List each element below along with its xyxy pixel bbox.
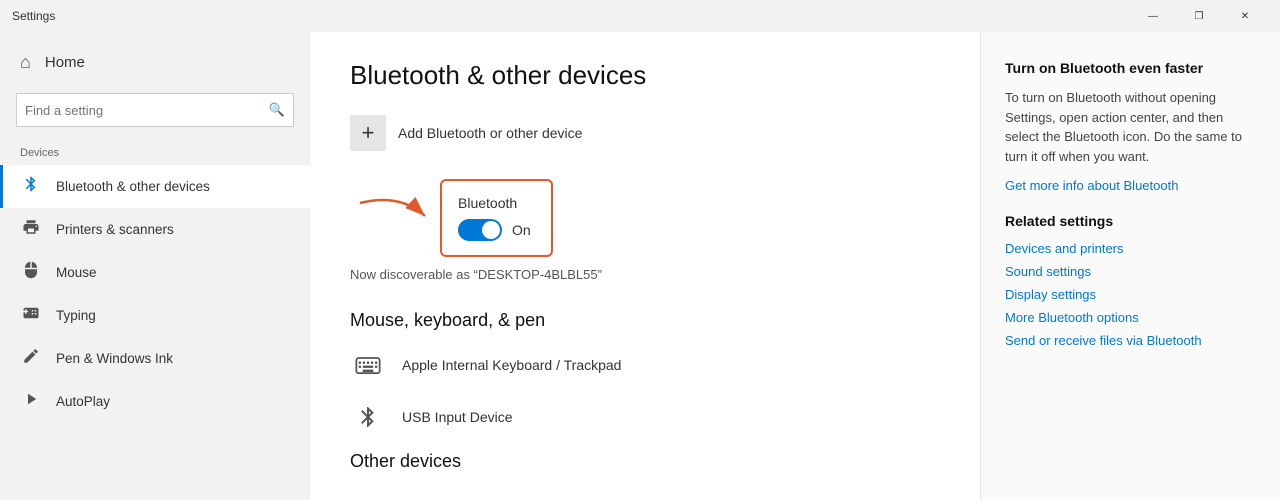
keyboard-device-name: Apple Internal Keyboard / Trackpad	[402, 357, 621, 373]
sidebar-item-bluetooth[interactable]: Bluetooth & other devices	[0, 165, 310, 208]
display-settings-link[interactable]: Display settings	[1005, 287, 1256, 302]
sidebar-item-printers[interactable]: Printers & scanners	[0, 208, 310, 251]
restore-button[interactable]: ❐	[1176, 0, 1222, 32]
arrow-graphic	[350, 188, 440, 248]
sound-settings-link[interactable]: Sound settings	[1005, 264, 1256, 279]
usb-device-item: USB Input Device	[350, 399, 940, 435]
home-label: Home	[45, 54, 85, 71]
send-files-link[interactable]: Send or receive files via Bluetooth	[1005, 333, 1256, 348]
titlebar: Settings — ❐ ✕	[0, 0, 1280, 32]
sidebar-typing-label: Typing	[56, 308, 96, 323]
add-device-plus-icon: +	[350, 115, 386, 151]
bluetooth-device-icon	[350, 399, 386, 435]
search-icon: 🔍	[269, 102, 285, 118]
toggle-knob	[482, 221, 500, 239]
discoverable-text: Now discoverable as “DESKTOP-4BLBL55”	[350, 267, 940, 282]
home-icon: ⌂	[20, 52, 31, 73]
related-settings-title: Related settings	[1005, 213, 1256, 229]
window-controls: — ❐ ✕	[1130, 0, 1268, 32]
autoplay-icon	[20, 390, 42, 413]
bluetooth-icon	[20, 175, 42, 198]
bluetooth-label: Bluetooth	[458, 195, 531, 211]
app-body: ⌂ Home 🔍 Devices Bluetooth & other devic…	[0, 32, 1280, 500]
right-panel: Turn on Bluetooth even faster To turn on…	[980, 32, 1280, 500]
minimize-button[interactable]: —	[1130, 0, 1176, 32]
search-input[interactable]	[25, 103, 269, 118]
add-device-label: Add Bluetooth or other device	[398, 125, 582, 141]
keyboard-device-item: Apple Internal Keyboard / Trackpad	[350, 347, 940, 383]
sidebar-home[interactable]: ⌂ Home	[0, 42, 310, 89]
sidebar: ⌂ Home 🔍 Devices Bluetooth & other devic…	[0, 32, 310, 500]
pen-icon	[20, 347, 42, 370]
sidebar-mouse-label: Mouse	[56, 265, 97, 280]
sidebar-printers-label: Printers & scanners	[56, 222, 174, 237]
sidebar-section-label: Devices	[0, 143, 310, 165]
bluetooth-toggle-box: Bluetooth On	[440, 179, 553, 257]
usb-device-name: USB Input Device	[402, 409, 513, 425]
sidebar-bluetooth-label: Bluetooth & other devices	[56, 179, 210, 194]
main-content: Bluetooth & other devices + Add Bluetoot…	[310, 32, 980, 500]
sidebar-item-pen[interactable]: Pen & Windows Ink	[0, 337, 310, 380]
toggle-row: On	[458, 219, 531, 241]
keyboard-device-icon	[350, 347, 386, 383]
add-device-button[interactable]: + Add Bluetooth or other device	[350, 115, 940, 151]
other-devices-heading: Other devices	[350, 451, 940, 472]
sidebar-autoplay-label: AutoPlay	[56, 394, 110, 409]
bluetooth-toggle[interactable]	[458, 219, 502, 241]
sidebar-item-mouse[interactable]: Mouse	[0, 251, 310, 294]
close-button[interactable]: ✕	[1222, 0, 1268, 32]
faster-body: To turn on Bluetooth without opening Set…	[1005, 88, 1256, 166]
mouse-section-heading: Mouse, keyboard, & pen	[350, 310, 940, 331]
sidebar-item-typing[interactable]: Typing	[0, 294, 310, 337]
sidebar-search-box[interactable]: 🔍	[16, 93, 294, 127]
toggle-on-label: On	[512, 222, 531, 238]
faster-title: Turn on Bluetooth even faster	[1005, 60, 1256, 76]
more-bluetooth-link[interactable]: More Bluetooth options	[1005, 310, 1256, 325]
devices-printers-link[interactable]: Devices and printers	[1005, 241, 1256, 256]
get-more-info-link[interactable]: Get more info about Bluetooth	[1005, 178, 1256, 193]
sidebar-item-autoplay[interactable]: AutoPlay	[0, 380, 310, 423]
app-title: Settings	[12, 9, 1130, 23]
typing-icon	[20, 304, 42, 327]
sidebar-pen-label: Pen & Windows Ink	[56, 351, 173, 366]
mouse-icon	[20, 261, 42, 284]
printer-icon	[20, 218, 42, 241]
page-title: Bluetooth & other devices	[350, 60, 940, 91]
